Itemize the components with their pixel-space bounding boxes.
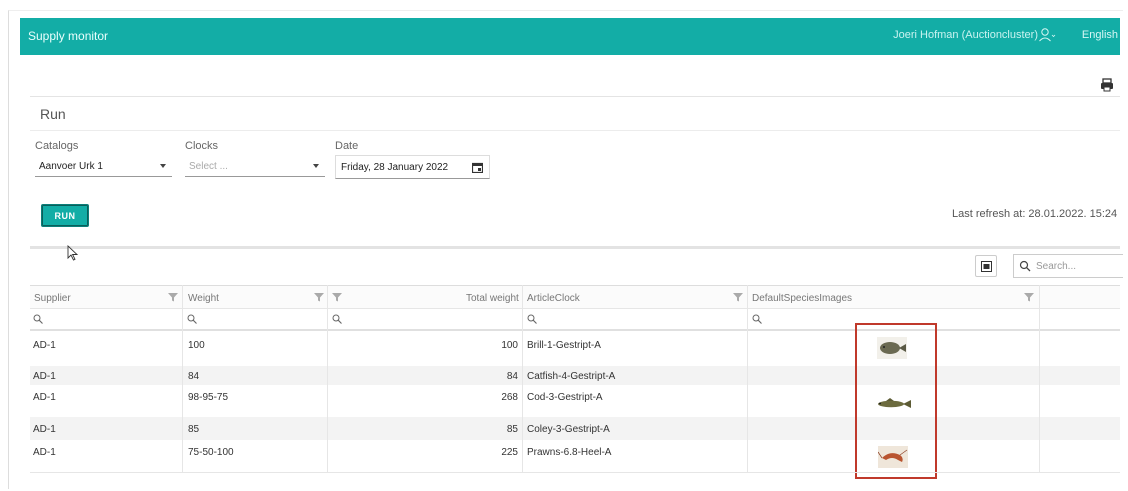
column-divider	[522, 285, 523, 473]
table-row[interactable]: AD-1 75-50-100 225 Prawns-6.8-Heel-A	[30, 440, 1120, 472]
grid-header: Supplier Weight Total weight ArticleCloc…	[30, 285, 1120, 309]
user-icon[interactable]	[1038, 26, 1056, 44]
cell-weight: 84	[188, 371, 200, 382]
data-grid: Supplier Weight Total weight ArticleCloc…	[30, 285, 1120, 473]
cell-article-clock: Cod-3-Gestript-A	[527, 392, 603, 403]
export-excel-button[interactable]	[975, 255, 997, 277]
cell-supplier: AD-1	[33, 392, 56, 403]
run-button[interactable]: RUN	[41, 204, 89, 227]
cell-article-clock: Prawns-6.8-Heel-A	[527, 447, 612, 458]
chevron-down-icon	[313, 164, 319, 168]
clocks-label: Clocks	[185, 140, 219, 152]
filter-icon[interactable]	[168, 292, 178, 302]
cell-article-clock: Catfish-4-Gestript-A	[527, 371, 616, 382]
search-icon[interactable]	[33, 314, 43, 324]
catalogs-select[interactable]: Aanvoer Urk 1	[35, 155, 172, 177]
cell-weight: 100	[188, 340, 205, 351]
grid-search-input[interactable]: Search...	[1013, 254, 1123, 278]
search-icon[interactable]	[187, 314, 197, 324]
column-divider	[327, 285, 328, 473]
date-picker[interactable]: Friday, 28 January 2022	[335, 155, 490, 179]
cell-total-weight: 268	[501, 392, 518, 403]
date-label: Date	[335, 140, 359, 152]
export-icon	[981, 261, 992, 272]
table-row[interactable]: AD-1 84 84 Catfish-4-Gestript-A	[30, 366, 1120, 385]
catalogs-label: Catalogs	[35, 140, 79, 152]
cell-supplier: AD-1	[33, 371, 56, 382]
filter-icon[interactable]	[332, 292, 342, 302]
column-header-default-species-images[interactable]: DefaultSpeciesImages	[752, 293, 852, 304]
filter-icon[interactable]	[314, 292, 324, 302]
column-divider	[747, 285, 748, 473]
species-images-highlight	[855, 323, 937, 479]
language-selector[interactable]: English	[1082, 29, 1118, 41]
cell-total-weight: 84	[506, 371, 518, 382]
date-value: Friday, 28 January 2022	[341, 162, 449, 173]
user-name[interactable]: Joeri Hofman (Auctioncluster)	[893, 29, 1038, 41]
search-placeholder: Search...	[1036, 261, 1077, 272]
cell-weight: 75-50-100	[188, 447, 234, 458]
filter-icon[interactable]	[1024, 292, 1034, 302]
cell-article-clock: Brill-1-Gestript-A	[527, 340, 601, 351]
cell-supplier: AD-1	[33, 447, 56, 458]
search-icon[interactable]	[527, 314, 537, 324]
grid-bottom-border	[30, 472, 1120, 473]
column-divider	[182, 285, 183, 473]
app-title[interactable]: Supply monitor	[28, 29, 108, 43]
cell-total-weight: 85	[506, 424, 518, 435]
column-header-article-clock[interactable]: ArticleClock	[527, 293, 580, 304]
cell-total-weight: 225	[501, 447, 518, 458]
table-row[interactable]: AD-1 85 85 Coley-3-Gestript-A	[30, 417, 1120, 440]
chevron-down-icon	[160, 164, 166, 168]
column-header-supplier[interactable]: Supplier	[34, 293, 71, 304]
cell-supplier: AD-1	[33, 340, 56, 351]
calendar-icon[interactable]	[472, 162, 483, 173]
page-title: Run	[40, 106, 66, 122]
column-divider	[1039, 285, 1040, 473]
column-header-weight[interactable]: Weight	[188, 293, 219, 304]
toolbar-divider	[30, 96, 1120, 97]
section-divider	[30, 246, 1120, 249]
cell-weight: 85	[188, 424, 200, 435]
cell-supplier: AD-1	[33, 424, 56, 435]
column-header-total-weight[interactable]: Total weight	[466, 293, 519, 304]
search-icon	[1019, 260, 1031, 272]
clocks-select[interactable]: Select ...	[185, 155, 325, 177]
mouse-cursor-icon	[67, 245, 79, 261]
cell-weight: 98-95-75	[188, 392, 229, 403]
filter-icon[interactable]	[733, 292, 743, 302]
table-row[interactable]: AD-1 100 100 Brill-1-Gestript-A	[30, 332, 1120, 366]
cell-article-clock: Coley-3-Gestript-A	[527, 424, 610, 435]
section-divider	[30, 130, 1120, 131]
table-row[interactable]: AD-1 98-95-75 268 Cod-3-Gestript-A	[30, 385, 1120, 417]
catalogs-value: Aanvoer Urk 1	[39, 161, 103, 172]
app-header: Supply monitor Joeri Hofman (Auctionclus…	[20, 18, 1120, 55]
search-icon[interactable]	[752, 314, 762, 324]
print-icon[interactable]	[1096, 74, 1118, 96]
last-refresh-text: Last refresh at: 28.01.2022. 15:24	[952, 208, 1118, 220]
cell-total-weight: 100	[501, 340, 518, 351]
search-icon[interactable]	[332, 314, 342, 324]
clocks-placeholder: Select ...	[189, 161, 228, 172]
